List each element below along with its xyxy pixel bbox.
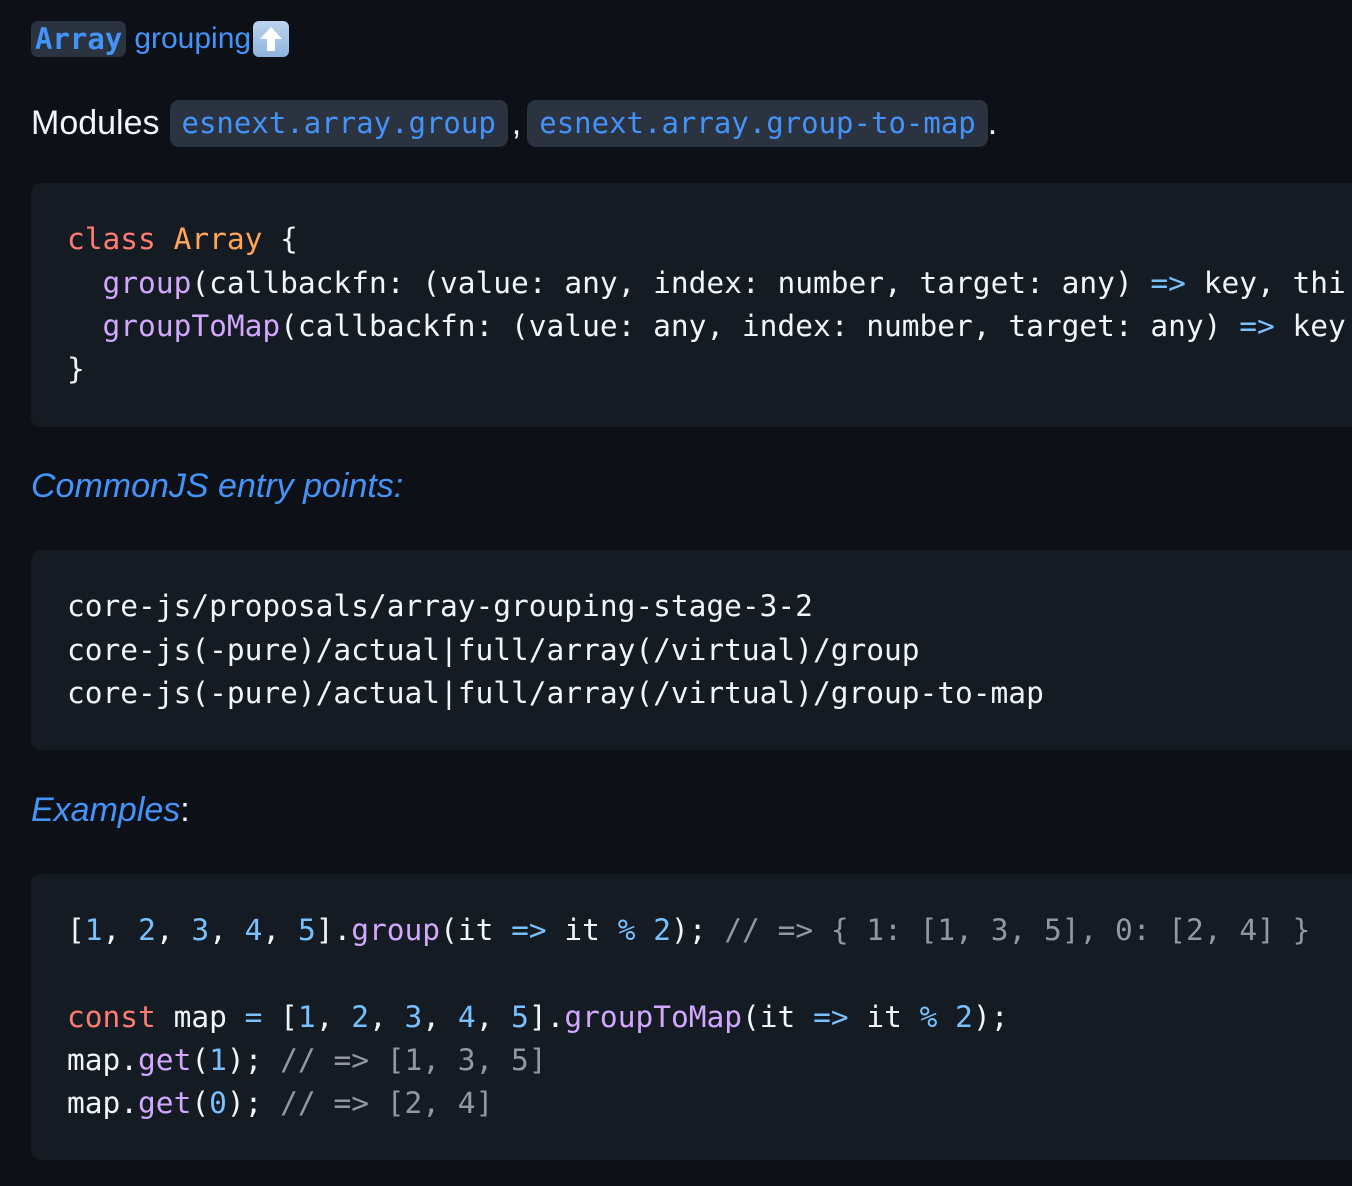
type-definition-line: class Array { <box>67 217 298 261</box>
examples-label: Examples: <box>31 791 190 830</box>
type-definition-line: groupToMap(callbackfn: (value: any, inde… <box>67 304 1346 348</box>
code-token: it <box>848 1000 920 1034</box>
modules-separator: , <box>511 103 522 142</box>
code-token: get <box>138 1086 192 1120</box>
code-token: % <box>617 913 636 947</box>
code-token: 4 <box>244 913 263 947</box>
code-token: (it <box>742 1000 814 1034</box>
code-token: , <box>262 913 298 947</box>
code-token: , <box>315 1000 352 1034</box>
commonjs-entry-points-label: CommonJS entry points: <box>31 467 404 505</box>
code-token: , <box>475 1000 512 1034</box>
type-definition-line: } <box>67 347 85 391</box>
code-token: const <box>67 1000 156 1034</box>
code-token: % <box>919 1000 938 1034</box>
examples-colon: : <box>180 791 190 829</box>
up-arrow-emoji-icon[interactable] <box>253 21 290 57</box>
code-token: ( <box>191 1043 210 1077</box>
example-code-line: [1, 2, 3, 4, 5].group(it => it % 2); // … <box>67 908 1310 952</box>
code-token: , <box>102 913 139 947</box>
code-token: (callbackfn: (value: any, index: number,… <box>280 309 1240 343</box>
code-token: 2 <box>351 1000 369 1034</box>
code-token: (it <box>440 913 512 947</box>
examples-code-block: [1, 2, 3, 4, 5].group(it => it % 2); // … <box>31 874 1352 1160</box>
code-token: 5 <box>297 913 316 947</box>
code-token: 5 <box>511 1000 529 1034</box>
code-token: [ <box>262 1000 298 1034</box>
heading-code-array[interactable]: Array <box>31 21 127 57</box>
code-token: => <box>511 913 547 947</box>
code-token: ]. <box>315 913 352 947</box>
module-link-group[interactable]: esnext.array.group <box>169 99 508 147</box>
code-token: = <box>244 1000 263 1034</box>
code-token: ); <box>670 913 725 947</box>
code-token: map. <box>67 1086 139 1120</box>
code-token: , <box>155 913 192 947</box>
code-token: => <box>1150 266 1186 300</box>
code-token: groupToMap <box>564 1000 743 1034</box>
code-token: } <box>67 352 85 386</box>
examples-label-text: Examples <box>31 791 181 829</box>
code-token: key <box>1274 309 1346 343</box>
code-token: // => { 1: [1, 3, 5], 0: [2, 4] } <box>724 913 1311 947</box>
code-token: ); <box>226 1043 281 1077</box>
example-code-line: map.get(1); // => [1, 3, 5] <box>67 1038 547 1082</box>
code-token: 3 <box>191 913 210 947</box>
type-definition-line: group(callbackfn: (value: any, index: nu… <box>67 261 1346 305</box>
code-token: 1 <box>297 1000 316 1034</box>
code-token: map <box>155 1000 245 1034</box>
code-token: // => [1, 3, 5] <box>280 1043 547 1077</box>
code-token: ); <box>972 1000 1009 1034</box>
code-token: ( <box>191 1086 210 1120</box>
code-token: , <box>209 913 245 947</box>
code-token: 3 <box>404 1000 423 1034</box>
code-token: ); <box>226 1086 281 1120</box>
code-token: , <box>368 1000 405 1034</box>
code-token: 2 <box>653 913 671 947</box>
entry-point-line: core-js(-pure)/actual|full/array(/virtua… <box>67 633 920 667</box>
code-token: 0 <box>209 1086 227 1120</box>
code-token: 4 <box>457 1000 476 1034</box>
code-token: => <box>1239 309 1275 343</box>
code-token: get <box>138 1043 192 1077</box>
code-token: key, thi <box>1185 266 1346 300</box>
code-token: => <box>813 1000 849 1034</box>
code-token: // => [2, 4] <box>280 1086 494 1120</box>
code-token: Array <box>173 222 263 256</box>
entry-points-code-block: core-js/proposals/array-grouping-stage-3… <box>31 550 1352 750</box>
code-token: class <box>67 222 156 256</box>
section-heading: Array grouping <box>31 20 290 58</box>
module-link-group-to-map[interactable]: esnext.array.group-to-map <box>527 99 988 147</box>
example-code-line: const map = [1, 2, 3, 4, 5].groupToMap(i… <box>67 995 1008 1039</box>
modules-prefix: Modules <box>31 103 160 142</box>
code-token: 2 <box>955 1000 973 1034</box>
code-token: (callbackfn: (value: any, index: number,… <box>191 266 1151 300</box>
modules-line: Modules esnext.array.group , esnext.arra… <box>31 99 997 147</box>
code-token: 2 <box>138 913 156 947</box>
code-token: { <box>262 222 298 256</box>
code-token: group <box>102 266 192 300</box>
entry-point-line: core-js/proposals/array-grouping-stage-3… <box>67 589 813 623</box>
code-token: [ <box>67 913 85 947</box>
type-definition-code-block: class Array { group(callbackfn: (value: … <box>31 183 1352 427</box>
code-token: it <box>546 913 618 947</box>
modules-suffix: . <box>987 103 998 142</box>
code-token: groupToMap <box>102 309 281 343</box>
code-token: , <box>422 1000 458 1034</box>
code-token: group <box>351 913 441 947</box>
code-token: 1 <box>84 913 103 947</box>
entry-point-line: core-js(-pure)/actual|full/array(/virtua… <box>67 676 1044 710</box>
code-token: 1 <box>209 1043 227 1077</box>
code-token: ]. <box>528 1000 565 1034</box>
example-code-line: map.get(0); // => [2, 4] <box>67 1081 493 1125</box>
code-token: map. <box>67 1043 139 1077</box>
heading-link-grouping[interactable]: grouping <box>134 22 251 56</box>
